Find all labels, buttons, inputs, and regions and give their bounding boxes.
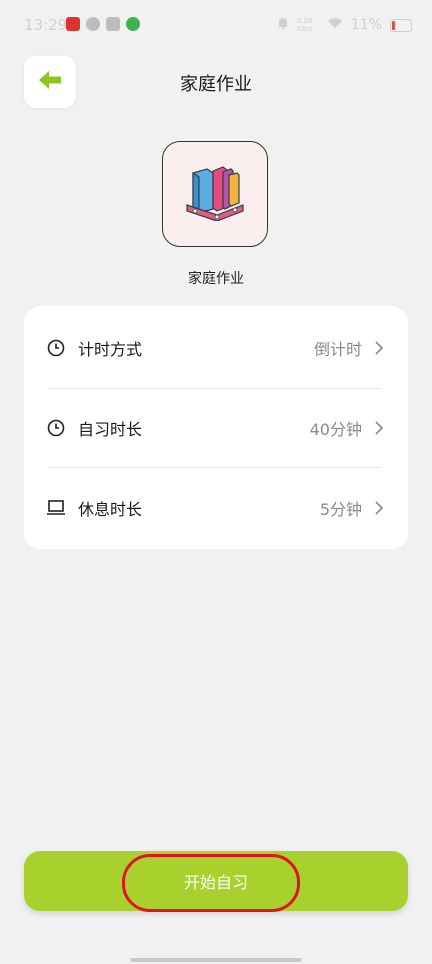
battery-percent: 11%	[350, 17, 382, 33]
notification-icons	[66, 17, 140, 31]
laptop-icon	[46, 498, 66, 518]
app-notification-icon	[106, 17, 120, 31]
timing-mode-label: 计时方式	[78, 340, 143, 359]
clock-icon	[46, 418, 66, 438]
timing-mode-value: 倒计时	[313, 340, 362, 359]
chevron-right-icon	[372, 498, 386, 518]
break-duration-value: 5分钟	[319, 500, 362, 519]
battery-icon	[390, 18, 412, 32]
break-duration-row[interactable]: 休息时长 5分钟	[24, 468, 408, 548]
status-time: 13:29	[24, 16, 68, 34]
silent-icon	[277, 16, 289, 34]
clock-icon	[46, 338, 66, 358]
app-notification-icon	[126, 17, 140, 31]
task-name: 家庭作业	[188, 271, 244, 287]
chevron-right-icon	[372, 338, 386, 358]
app-notification-icon	[86, 17, 100, 31]
home-indicator	[130, 958, 302, 962]
status-right: 0.20 KB/s 11%	[277, 16, 412, 34]
network-speed: 0.20 KB/s	[296, 17, 313, 33]
timing-mode-row[interactable]: 计时方式 倒计时	[24, 308, 408, 388]
app-notification-icon	[66, 17, 80, 31]
status-bar: 13:29 0.20 KB/s 11%	[0, 0, 432, 52]
books-icon	[183, 163, 247, 225]
wifi-icon	[327, 17, 343, 33]
study-duration-row[interactable]: 自习时长 40分钟	[24, 388, 408, 468]
page-title: 家庭作业	[180, 74, 252, 95]
start-study-button[interactable]: 开始自习	[24, 851, 408, 911]
settings-card: 计时方式 倒计时 自习时长 40分钟 休息时长 5分钟	[24, 306, 408, 549]
task-icon-box	[162, 141, 268, 247]
break-duration-label: 休息时长	[78, 500, 143, 519]
start-study-label: 开始自习	[183, 873, 248, 892]
study-duration-label: 自习时长	[78, 420, 143, 439]
chevron-right-icon	[372, 418, 386, 438]
study-duration-value: 40分钟	[309, 420, 362, 439]
